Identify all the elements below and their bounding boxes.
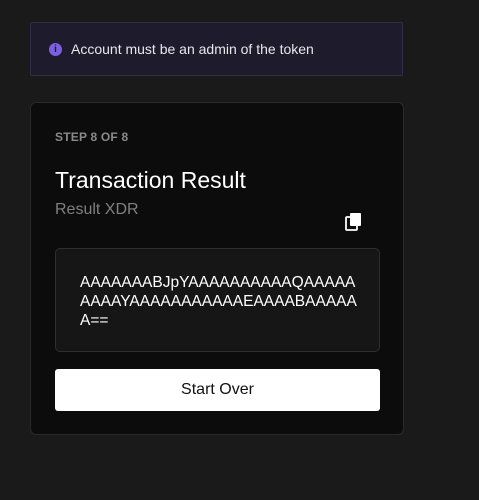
- card-subtitle: Result XDR: [55, 201, 139, 218]
- page: i Account must be an admin of the token …: [0, 0, 479, 500]
- copy-icon[interactable]: [344, 212, 364, 234]
- transaction-result-card: STEP 8 OF 8 Transaction Result Result XD…: [30, 102, 404, 435]
- step-indicator: STEP 8 OF 8: [55, 130, 129, 144]
- info-banner: i Account must be an admin of the token: [30, 22, 403, 76]
- start-over-button[interactable]: Start Over: [55, 369, 380, 411]
- info-banner-text: Account must be an admin of the token: [71, 41, 314, 57]
- result-xdr-value: AAAAAAABJpYAAAAAAAAAAQAAAAAAAAAYAAAAAAAA…: [80, 274, 357, 329]
- result-xdr-box[interactable]: AAAAAAABJpYAAAAAAAAAAQAAAAAAAAAYAAAAAAAA…: [55, 248, 380, 352]
- info-icon: i: [49, 42, 62, 56]
- card-title: Transaction Result: [55, 167, 246, 193]
